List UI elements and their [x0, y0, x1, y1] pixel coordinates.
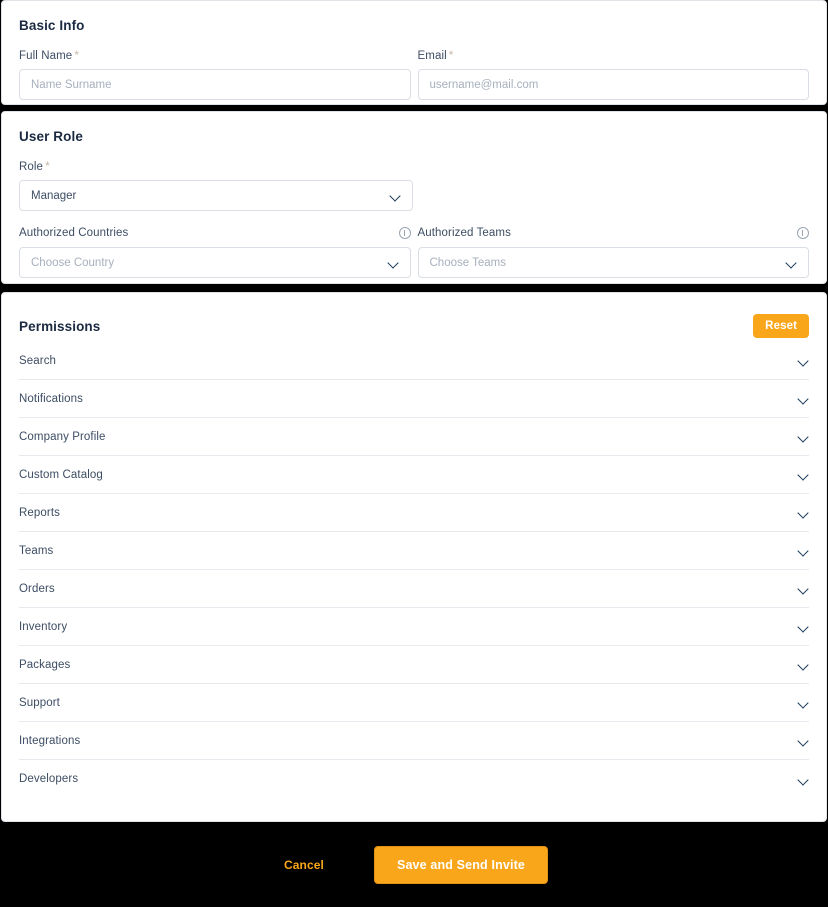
role-select[interactable]: Manager: [19, 180, 413, 211]
required-asterisk: *: [448, 48, 454, 62]
permission-row[interactable]: Reports: [19, 494, 809, 532]
permission-row[interactable]: Integrations: [19, 722, 809, 760]
chevron-down-icon[interactable]: [798, 737, 809, 744]
chevron-down-icon[interactable]: [798, 433, 809, 440]
email-label-row: Email *: [418, 48, 810, 62]
authorized-field-row: Authorized Countries Choose Country Auth…: [19, 226, 809, 278]
save-and-send-invite-button[interactable]: Save and Send Invite: [373, 845, 548, 884]
chevron-down-icon[interactable]: [798, 661, 809, 668]
permission-row-label: Teams: [19, 544, 54, 557]
chevron-down-icon[interactable]: [798, 776, 809, 783]
permission-row-label: Inventory: [19, 620, 68, 633]
email-field-group: Email * username@mail.com: [417, 48, 810, 100]
permission-row[interactable]: Orders: [19, 570, 809, 608]
user-role-title: User Role: [19, 129, 83, 144]
authorized-countries-label-row: Authorized Countries: [19, 226, 411, 240]
chevron-down-icon[interactable]: [798, 471, 809, 478]
role-label: Role *: [19, 159, 50, 173]
user-invite-form-page: Basic Info Full Name * Name Surname Email…: [0, 0, 828, 907]
info-icon[interactable]: [797, 227, 809, 239]
permission-row-label: Notifications: [19, 392, 83, 405]
authorized-countries-select[interactable]: Choose Country: [19, 247, 411, 278]
authorized-countries-label: Authorized Countries: [19, 227, 129, 239]
permission-row-label: Custom Catalog: [19, 468, 103, 481]
chevron-down-icon[interactable]: [798, 509, 809, 516]
chevron-down-icon[interactable]: [798, 585, 809, 592]
chevron-down-icon[interactable]: [798, 395, 809, 402]
permission-row[interactable]: Packages: [19, 646, 809, 684]
permission-row-label: Integrations: [19, 734, 81, 747]
chevron-down-icon[interactable]: [798, 547, 809, 554]
permissions-card: Permissions Reset Search Notifications Com…: [1, 292, 827, 822]
chevron-down-icon: [388, 259, 399, 266]
permission-row-label: Orders: [19, 582, 55, 595]
basic-info-title: Basic Info: [19, 18, 85, 33]
permission-row-label: Search: [19, 354, 57, 367]
chevron-down-icon[interactable]: [798, 357, 809, 364]
cancel-button[interactable]: Cancel: [280, 852, 328, 878]
authorized-teams-select[interactable]: Choose Teams: [417, 247, 809, 278]
permission-row[interactable]: Teams: [19, 532, 809, 570]
permissions-bottom-spacer: [19, 798, 809, 821]
permission-row[interactable]: Developers: [19, 760, 809, 798]
form-footer: Cancel Save and Send Invite: [0, 822, 828, 907]
chevron-down-icon: [390, 192, 401, 199]
role-field-group: Role * Manager: [19, 159, 413, 211]
required-asterisk: *: [45, 159, 50, 173]
chevron-down-icon[interactable]: [798, 623, 809, 630]
permission-row[interactable]: Search: [19, 342, 809, 380]
permission-row[interactable]: Custom Catalog: [19, 456, 809, 494]
required-asterisk: *: [74, 48, 80, 62]
full-name-label: Full Name *: [19, 48, 80, 62]
authorized-teams-placeholder: Choose Teams: [429, 256, 507, 269]
authorized-teams-label-row: Authorized Teams: [417, 226, 809, 240]
role-field-row: Role * Manager: [19, 159, 809, 211]
permissions-title: Permissions: [19, 318, 101, 334]
role-select-value: Manager: [31, 189, 77, 202]
authorized-countries-placeholder: Choose Country: [31, 256, 115, 269]
permission-row-label: Developers: [19, 773, 79, 785]
role-label-row: Role *: [19, 159, 413, 173]
authorized-countries-group: Authorized Countries Choose Country: [19, 226, 411, 278]
permission-row-label: Reports: [19, 506, 60, 519]
basic-info-card: Basic Info Full Name * Name Surname Email…: [1, 0, 827, 105]
permission-row-label: Company Profile: [19, 430, 106, 443]
permission-row[interactable]: Inventory: [19, 608, 809, 646]
email-label: Email *: [417, 48, 454, 62]
full-name-field-group: Full Name * Name Surname: [19, 48, 411, 100]
permission-row-label: Support: [19, 696, 60, 709]
permissions-list: Search Notifications Company Profile Custom…: [19, 342, 809, 798]
permission-row[interactable]: Support: [19, 684, 809, 722]
full-name-input[interactable]: Name Surname: [19, 69, 411, 100]
permission-row[interactable]: Company Profile: [19, 418, 809, 456]
permission-row[interactable]: Notifications: [19, 380, 809, 418]
email-input[interactable]: username@mail.com: [417, 69, 809, 100]
chevron-down-icon: [786, 259, 797, 266]
full-name-label-row: Full Name *: [19, 48, 411, 62]
permissions-header: Permissions Reset: [19, 293, 809, 342]
user-role-card: User Role Role * Manager Authorized Count…: [1, 111, 827, 284]
authorized-teams-label: Authorized Teams: [417, 227, 511, 239]
authorized-teams-group: Authorized Teams Choose Teams: [417, 226, 809, 278]
chevron-down-icon[interactable]: [798, 699, 809, 706]
info-icon[interactable]: [398, 227, 411, 239]
basic-info-fields: Full Name * Name Surname Email * username@…: [19, 48, 809, 100]
permission-row-label: Packages: [19, 658, 71, 671]
reset-button[interactable]: Reset: [753, 313, 809, 339]
